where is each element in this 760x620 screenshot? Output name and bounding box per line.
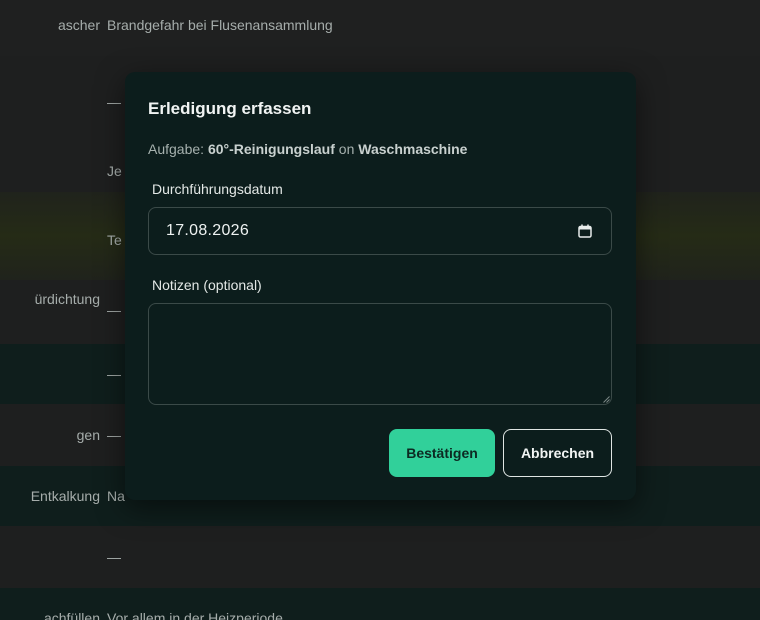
table-row: achfüllen Vor allem in der Heizperiode <box>0 588 760 620</box>
task-name: 60°-Reinigungslauf <box>207 141 335 157</box>
table-cell-note: Na <box>107 488 125 504</box>
table-row: — <box>0 526 760 588</box>
table-cell-device: ürdichtung <box>34 291 100 307</box>
table-cell-note: — <box>107 427 121 443</box>
task-connector: on <box>338 141 355 157</box>
table-cell-note: — <box>107 302 121 318</box>
cancel-button[interactable]: Abbrechen <box>503 429 612 477</box>
table-cell-note: Te <box>107 232 122 248</box>
table-cell-device: ascher <box>57 17 100 33</box>
task-prefix: Aufgabe: <box>148 141 205 157</box>
table-cell-note: Vor allem in der Heizperiode <box>107 610 283 620</box>
table-cell-device: achfüllen <box>43 610 100 620</box>
table-cell-device: gen <box>76 427 100 443</box>
calendar-icon[interactable] <box>578 224 592 238</box>
table-cell-device: Entkalkung <box>30 488 100 504</box>
table-cell-note: Je <box>107 163 122 179</box>
table-cell-note: Brandgefahr bei Flusenansammlung <box>107 17 333 33</box>
task-summary: Aufgabe: 60°-Reinigungslauf on Waschmasc… <box>148 141 467 157</box>
date-input-value: 17.08.2026 <box>166 222 250 239</box>
table-cell-note: — <box>107 549 121 565</box>
notes-field-label: Notizen (optional) <box>152 277 262 293</box>
table-row: ascher Brandgefahr bei Flusenansammlung <box>0 0 760 56</box>
dialog-title: Erledigung erfassen <box>148 99 312 118</box>
device-name: Waschmaschine <box>358 141 468 157</box>
table-cell-note: — <box>107 366 121 382</box>
notes-textarea[interactable] <box>148 303 612 405</box>
confirm-button[interactable]: Bestätigen <box>389 429 495 477</box>
resize-handle-icon[interactable] <box>603 396 610 403</box>
date-input[interactable]: 17.08.2026 <box>148 207 612 255</box>
table-cell-note: — <box>107 94 121 110</box>
date-field-label: Durchführungsdatum <box>152 181 283 197</box>
completion-dialog: Erledigung erfassen Aufgabe: 60°-Reinigu… <box>125 72 636 500</box>
